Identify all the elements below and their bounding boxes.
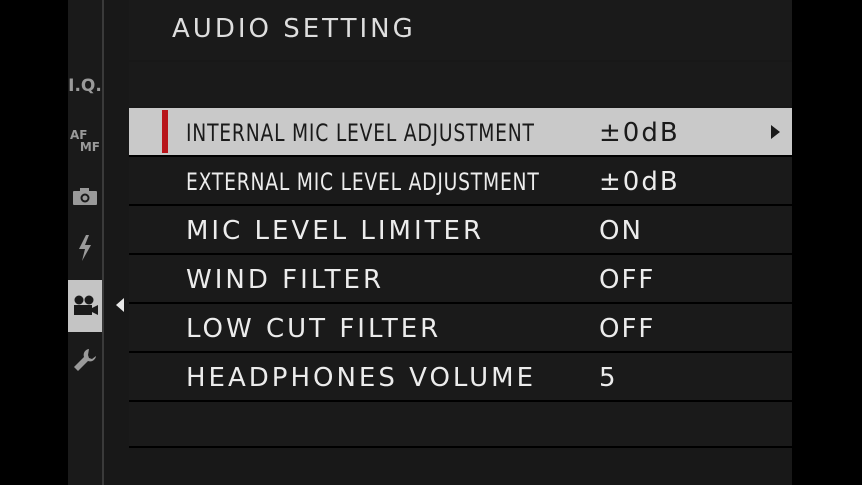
menu-item-label: HEADPHONES VOLUME [186, 363, 536, 393]
tab-iq-label: I.Q. [68, 76, 102, 96]
wrench-icon [74, 349, 96, 371]
menu-item-mic-level-limiter[interactable]: MIC LEVEL LIMITER ON [129, 206, 792, 255]
submenu-arrow-icon [771, 125, 780, 139]
menu-item-empty [129, 402, 792, 448]
menu-item-value: OFF [599, 265, 656, 295]
tab-image-quality[interactable]: I.Q. [68, 60, 102, 112]
tab-mf-label: MF [79, 140, 100, 154]
flash-icon [79, 235, 91, 261]
menu-item-value: 5 [599, 363, 618, 393]
menu-item-label: MIC LEVEL LIMITER [186, 216, 485, 246]
menu-item-label: EXTERNAL MIC LEVEL ADJUSTMENT [186, 168, 540, 196]
menu-item-label: LOW CUT FILTER [186, 314, 442, 344]
audio-setting-menu: INTERNAL MIC LEVEL ADJUSTMENT ±0dB EXTER… [129, 108, 792, 448]
tab-divider [102, 0, 104, 485]
menu-item-value: OFF [599, 314, 656, 344]
camera-menu-screen: I.Q. AF MF AUDIO SETTING INTERNAL MIC LE… [68, 0, 792, 485]
menu-item-label: INTERNAL MIC LEVEL ADJUSTMENT [186, 119, 535, 147]
selection-marker [162, 110, 168, 153]
tab-setup[interactable] [68, 334, 102, 386]
tab-af-mf[interactable]: AF MF [68, 115, 102, 167]
menu-item-value: ±0dB [599, 167, 680, 197]
menu-item-label: WIND FILTER [186, 265, 385, 295]
menu-header: AUDIO SETTING [129, 0, 792, 60]
menu-item-internal-mic-level[interactable]: INTERNAL MIC LEVEL ADJUSTMENT ±0dB [129, 108, 792, 157]
menu-item-low-cut-filter[interactable]: LOW CUT FILTER OFF [129, 304, 792, 353]
active-tab-pointer-icon [116, 298, 124, 312]
tab-flash[interactable] [68, 222, 102, 274]
page-title: AUDIO SETTING [172, 14, 416, 44]
header-subbar [129, 62, 792, 106]
menu-item-headphones-volume[interactable]: HEADPHONES VOLUME 5 [129, 353, 792, 402]
menu-item-value: ON [599, 216, 643, 246]
movie-camera-icon [74, 295, 98, 315]
menu-item-wind-filter[interactable]: WIND FILTER OFF [129, 255, 792, 304]
menu-item-value: ±0dB [599, 118, 680, 148]
tab-shooting[interactable] [68, 170, 102, 222]
menu-tab-bar: I.Q. AF MF [68, 0, 102, 485]
menu-item-external-mic-level[interactable]: EXTERNAL MIC LEVEL ADJUSTMENT ±0dB [129, 157, 792, 206]
tab-movie[interactable] [68, 280, 102, 332]
camera-icon [73, 188, 97, 205]
